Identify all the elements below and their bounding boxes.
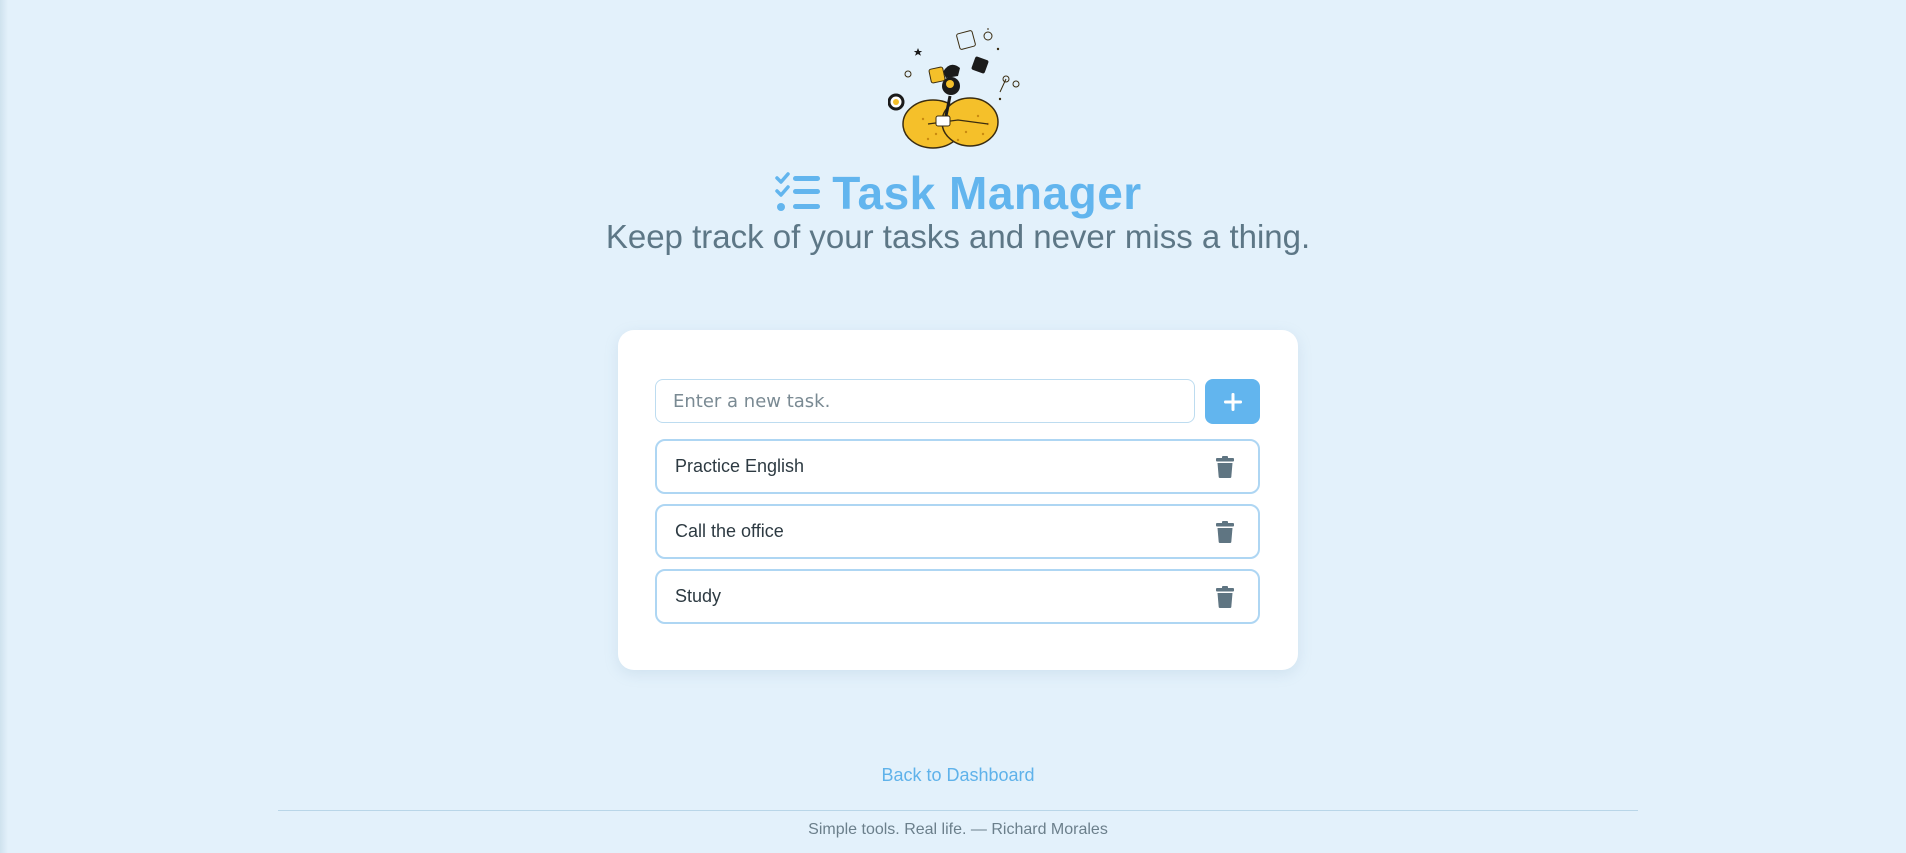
back-to-dashboard-link[interactable]: Back to Dashboard [0,765,1906,786]
page-title: Task Manager [832,167,1142,219]
task-card: Practice English Call the office Study [618,330,1298,670]
add-task-button[interactable] [1205,379,1260,424]
delete-task-button[interactable] [1214,455,1236,479]
trash-icon [1216,521,1234,543]
new-task-input[interactable] [655,379,1195,423]
left-edge-shade [0,0,8,853]
footer-text: Simple tools. Real life. — Richard Moral… [808,821,1108,838]
trash-icon [1216,456,1234,478]
footer-divider [278,810,1638,811]
list-check-icon [775,172,821,211]
page-header: Task Manager [0,166,1906,220]
plus-icon [1223,392,1242,411]
delete-task-button[interactable] [1214,520,1236,544]
page-subtitle: Keep track of your tasks and never miss … [605,218,1311,255]
task-item: Practice English [655,439,1260,494]
task-item: Call the office [655,504,1260,559]
delete-task-button[interactable] [1214,585,1236,609]
task-item: Study [655,569,1260,624]
task-label: Study [675,586,722,606]
task-label: Call the office [675,521,784,541]
trash-icon [1216,586,1234,608]
task-label: Practice English [675,456,805,476]
character-illustration [888,28,1020,149]
